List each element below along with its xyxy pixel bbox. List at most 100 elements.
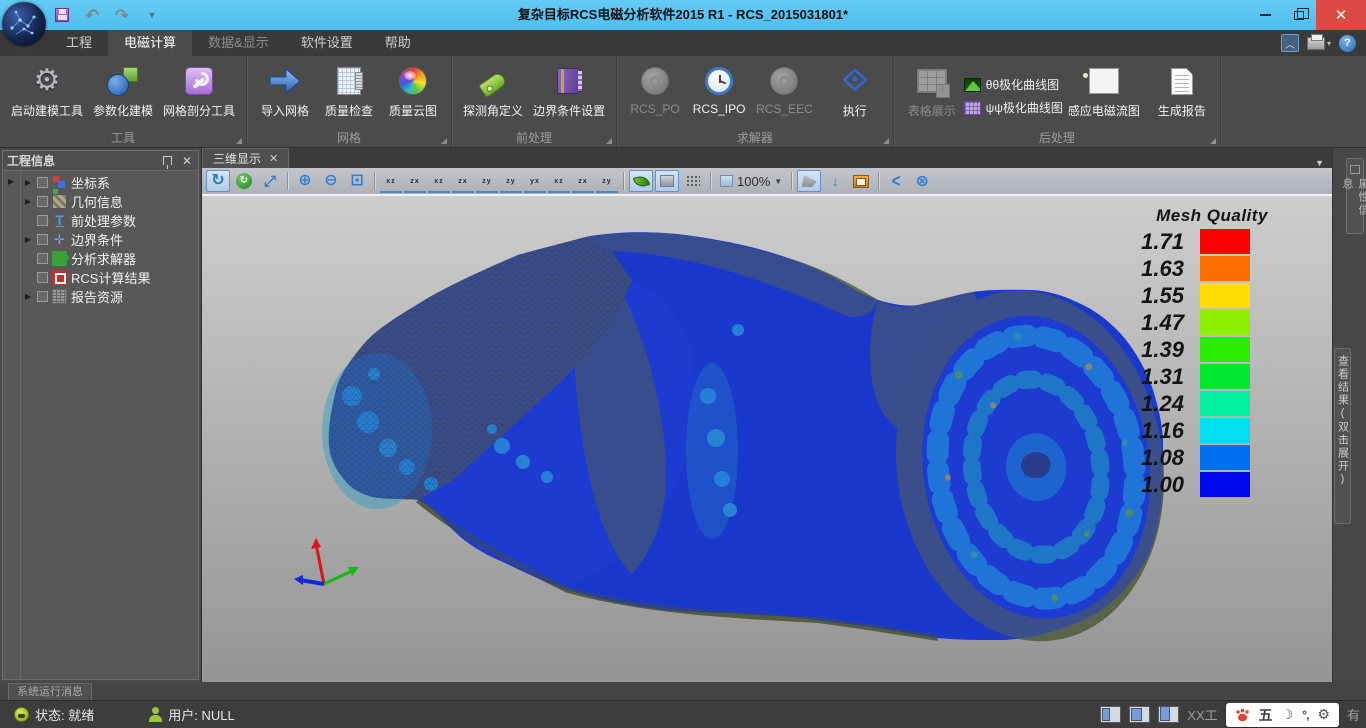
- dialog-launcher-icon[interactable]: [883, 138, 889, 144]
- rotate-button[interactable]: ↻: [206, 170, 230, 192]
- rcs-eec-button[interactable]: RCS_EEC: [751, 60, 818, 118]
- tree-item-report-resources[interactable]: ▶ 报告资源: [21, 287, 198, 306]
- checkbox[interactable]: [37, 215, 48, 226]
- boundary-settings-button[interactable]: 边界条件设置: [528, 60, 610, 121]
- ime-punctuation-icon[interactable]: °,: [1302, 708, 1308, 722]
- tab-properties[interactable]: 属性信息: [1346, 158, 1364, 234]
- view-orientation-button-7[interactable]: yx: [524, 171, 546, 193]
- checkbox[interactable]: [37, 196, 48, 207]
- project-panel-header: 工程信息 ✕: [3, 151, 198, 171]
- rcs-ipo-button[interactable]: RCS_IPO: [687, 60, 751, 118]
- tab-software-settings[interactable]: 软件设置: [285, 30, 369, 56]
- view-orientation-button-5[interactable]: zy: [476, 171, 498, 193]
- zoom-fit-button[interactable]: ⊡: [345, 170, 369, 192]
- expander-icon[interactable]: ▶: [8, 177, 14, 186]
- view-orientation-button-9[interactable]: zx: [572, 171, 594, 193]
- dialog-launcher-icon[interactable]: [606, 138, 612, 144]
- expander-icon[interactable]: ▶: [23, 197, 33, 206]
- tab-list-dropdown-icon[interactable]: ▼: [1315, 158, 1332, 168]
- tree-item-preprocess-params[interactable]: T 前处理参数: [21, 211, 198, 230]
- ime-mode-label[interactable]: 五: [1259, 705, 1273, 725]
- induced-current-button[interactable]: 感应电磁流图: [1063, 60, 1145, 121]
- move-down-button[interactable]: ↓: [823, 170, 847, 192]
- zoom-out-button[interactable]: ⊖: [319, 170, 343, 192]
- view-orientation-button-3[interactable]: xz: [428, 171, 450, 193]
- execute-button[interactable]: ⟐ 执行: [823, 60, 887, 121]
- tree-item-rcs-results[interactable]: RCS计算结果: [21, 268, 198, 287]
- view-orientation-button-1[interactable]: xz: [380, 171, 402, 193]
- help-button[interactable]: ?: [1339, 35, 1356, 52]
- view-orientation-button-2[interactable]: zx: [404, 171, 426, 193]
- ime-toolbar[interactable]: 五 ☽ °, ⚙: [1226, 703, 1339, 727]
- table-view-button[interactable]: 表格展示: [900, 60, 964, 121]
- import-mesh-button[interactable]: 导入网格: [253, 60, 317, 121]
- zoom-level-control[interactable]: 100% ▼: [716, 174, 786, 189]
- parametric-modeling-button[interactable]: 参数化建模: [88, 60, 158, 121]
- rcs-po-button[interactable]: RCS_PO: [623, 60, 687, 118]
- share-button[interactable]: <: [884, 170, 908, 192]
- dialog-launcher-icon[interactable]: [1210, 138, 1216, 144]
- caret-down-icon[interactable]: ▼: [774, 177, 782, 186]
- tree-item-geometry-info[interactable]: ▶ 几何信息: [21, 192, 198, 211]
- tree-item-boundary-conditions[interactable]: ▶ ✛ 边界条件: [21, 230, 198, 249]
- tab-help[interactable]: 帮助: [369, 30, 427, 56]
- checkbox[interactable]: [37, 272, 48, 283]
- expander-icon[interactable]: ▶: [23, 235, 33, 244]
- tab-data-display[interactable]: 数据&显示: [192, 30, 285, 56]
- app-logo-icon[interactable]: [2, 2, 46, 46]
- checkbox[interactable]: [37, 253, 48, 264]
- view-orientation-button-6[interactable]: zy: [500, 171, 522, 193]
- layout-bottom-panel-icon[interactable]: [1158, 706, 1179, 723]
- generate-report-button[interactable]: 生成报告: [1150, 60, 1214, 121]
- zoom-in-button[interactable]: ⊕: [293, 170, 317, 192]
- tab-view-results[interactable]: 查看结果(双击展开): [1334, 348, 1351, 524]
- minimize-button[interactable]: [1248, 0, 1282, 30]
- tab-3d-view[interactable]: 三维显示 ✕: [202, 148, 289, 168]
- export-view-button[interactable]: [849, 170, 873, 192]
- clip-plane-button[interactable]: [797, 170, 821, 192]
- shaded-mode-button[interactable]: [629, 170, 653, 192]
- dialog-launcher-icon[interactable]: [441, 138, 447, 144]
- checkbox[interactable]: [37, 291, 48, 302]
- panel-close-icon[interactable]: ✕: [182, 154, 192, 168]
- quality-check-button[interactable]: 质量检查: [317, 60, 381, 121]
- group-label-preprocess: 前处理: [452, 129, 616, 146]
- viewport-3d[interactable]: Mesh Quality 1.71 1.63 1.55 1.47 1.39 1.…: [202, 196, 1332, 682]
- legend-value: 1.24: [1122, 393, 1200, 415]
- pan-button[interactable]: ⤢: [258, 170, 282, 192]
- tab-system-messages[interactable]: 系统运行消息: [8, 683, 92, 700]
- expander-icon[interactable]: ▶: [23, 292, 33, 301]
- probe-angle-button[interactable]: 探测角定义: [458, 60, 528, 121]
- restore-button[interactable]: [1282, 0, 1316, 30]
- checkbox[interactable]: [37, 234, 48, 245]
- tree-item-solver[interactable]: 分析求解器: [21, 249, 198, 268]
- theta-curve-button[interactable]: θθ极化曲线图: [964, 76, 1063, 93]
- expander-icon[interactable]: ▶: [23, 178, 33, 187]
- print-menu-button[interactable]: ▾: [1307, 37, 1331, 50]
- close-button[interactable]: ✕: [1316, 0, 1366, 30]
- ime-moon-icon[interactable]: ☽: [1282, 707, 1294, 723]
- tab-close-icon[interactable]: ✕: [269, 152, 278, 165]
- ribbon-collapse-button[interactable]: ︿: [1281, 34, 1299, 52]
- view-orientation-button-10[interactable]: zy: [596, 171, 618, 193]
- orbit-button[interactable]: ↻: [232, 170, 256, 192]
- view-orientation-button-8[interactable]: xz: [548, 171, 570, 193]
- pin-icon[interactable]: [163, 156, 172, 165]
- tab-project[interactable]: 工程: [50, 30, 108, 56]
- surface-mode-button[interactable]: [655, 170, 679, 192]
- checkbox[interactable]: [37, 177, 48, 188]
- tree-item-coordinate-system[interactable]: ▶ 坐标系: [21, 173, 198, 192]
- view-orientation-button-4[interactable]: zx: [452, 171, 474, 193]
- legend-color-band: [1200, 337, 1250, 362]
- ime-settings-icon[interactable]: ⚙: [1317, 706, 1330, 723]
- points-mode-button[interactable]: [681, 170, 705, 192]
- mesh-partition-button[interactable]: 网格剖分工具: [158, 60, 240, 121]
- tab-em-computation[interactable]: 电磁计算: [108, 30, 192, 56]
- launch-modeling-button[interactable]: ⚙ 启动建模工具: [6, 60, 88, 121]
- layout-left-panel-icon[interactable]: [1100, 706, 1121, 723]
- psi-curve-button[interactable]: ψψ极化曲线图: [964, 99, 1063, 116]
- clear-view-button[interactable]: ⊗: [910, 170, 934, 192]
- layout-wide-panel-icon[interactable]: [1129, 706, 1150, 723]
- quality-cloud-button[interactable]: 质量云图: [381, 60, 445, 121]
- dialog-launcher-icon[interactable]: [236, 138, 242, 144]
